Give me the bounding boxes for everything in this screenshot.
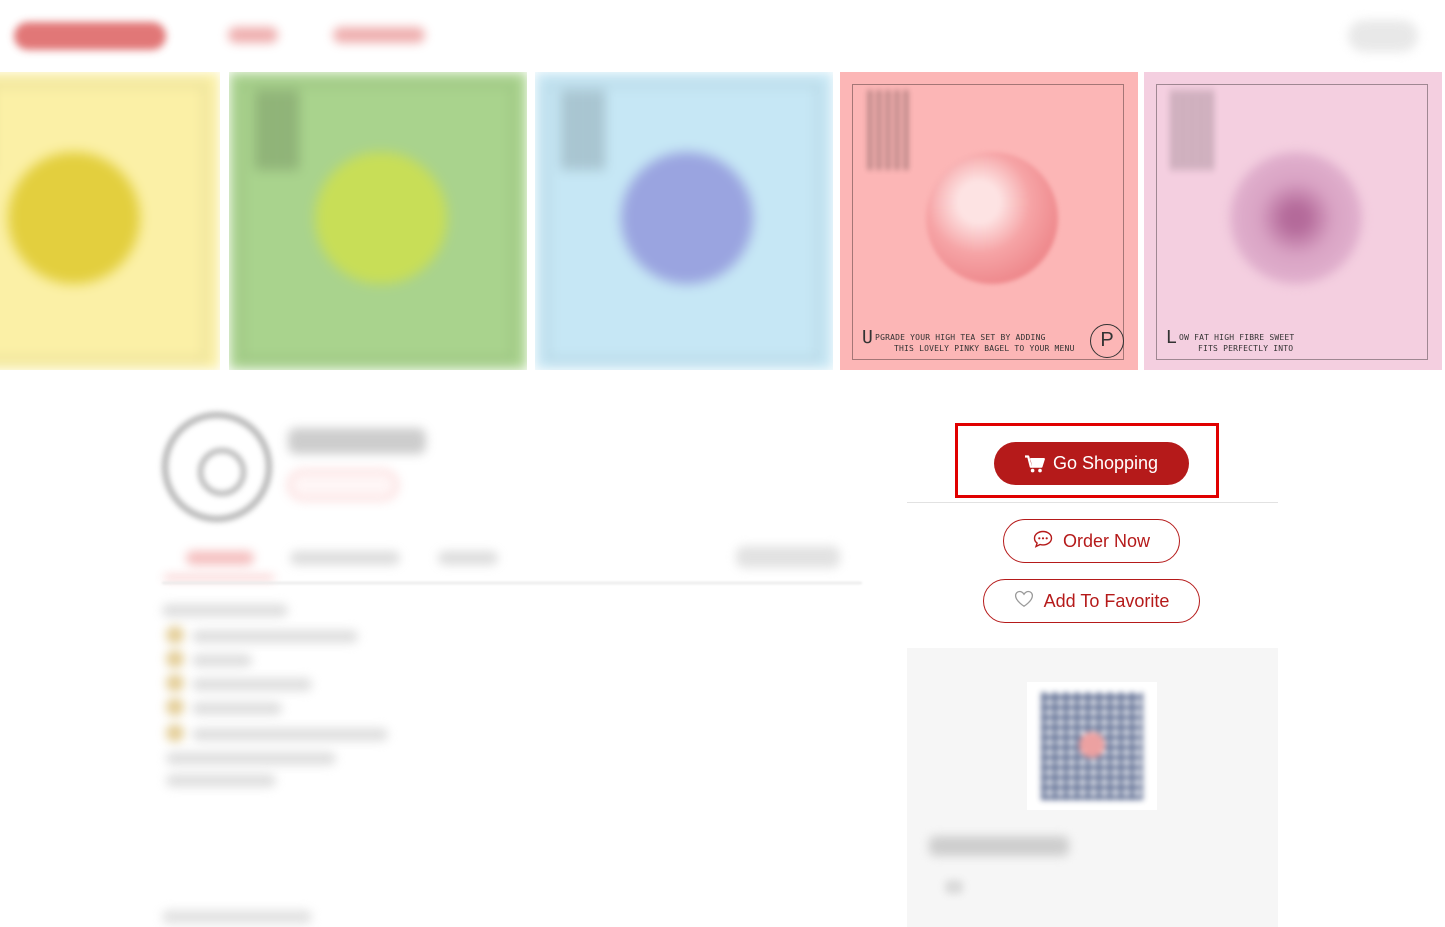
user-menu[interactable] — [1348, 20, 1418, 52]
go-shopping-button[interactable]: Go Shopping — [994, 442, 1189, 485]
nav-link-1[interactable] — [228, 27, 278, 43]
qr-panel — [907, 648, 1278, 927]
banner-tile-blue — [535, 72, 833, 370]
banner-tile-pink: U PGRADE YOUR HIGH TEA SET BY ADDING THIS… — [840, 72, 1138, 370]
heart-icon — [1014, 590, 1034, 613]
actions-divider — [907, 502, 1278, 503]
list-bullet — [166, 674, 184, 692]
banner-tile-mauve: L OW FAT HIGH FIBRE SWEET FITS PERFECTLY … — [1144, 72, 1442, 370]
chat-icon — [1033, 530, 1053, 553]
list-bullet — [166, 650, 184, 668]
list-bullet — [166, 698, 184, 716]
top-nav — [0, 0, 1445, 70]
order-now-label: Order Now — [1062, 530, 1151, 551]
add-to-favorite-label: Add To Favorite — [1043, 590, 1170, 611]
section-heading — [162, 910, 312, 924]
tab-3[interactable] — [438, 551, 498, 565]
description-line — [166, 752, 336, 765]
tab-underline — [164, 576, 274, 579]
go-shopping-label: Go Shopping — [1052, 453, 1159, 473]
description-line — [162, 604, 288, 617]
tabs-divider — [162, 582, 862, 584]
tab-share[interactable] — [736, 546, 840, 568]
qr-caption — [929, 836, 1069, 856]
description-line — [192, 630, 358, 643]
banner-tile-green — [229, 72, 527, 370]
banner-caption-mauve: L OW FAT HIGH FIBRE SWEET FITS PERFECTLY … — [1166, 327, 1295, 354]
banner-caption-pink: U PGRADE YOUR HIGH TEA SET BY ADDING THIS… — [862, 327, 1075, 354]
site-logo[interactable] — [14, 22, 166, 50]
store-avatar[interactable] — [162, 412, 272, 522]
description-line — [192, 728, 388, 741]
qr-code — [1041, 692, 1143, 800]
cart-icon — [1024, 454, 1045, 473]
brand-stamp: P — [1090, 324, 1124, 358]
order-now-button[interactable]: Order Now — [1003, 519, 1180, 563]
qr-card — [1027, 682, 1157, 810]
nav-link-2[interactable] — [333, 27, 425, 43]
description-line — [166, 774, 276, 787]
tab-2[interactable] — [290, 551, 400, 565]
description-line — [192, 702, 282, 715]
tab-active[interactable] — [186, 551, 254, 565]
qr-sub-icon — [945, 880, 963, 894]
store-badge — [288, 470, 398, 500]
add-to-favorite-button[interactable]: Add To Favorite — [983, 579, 1200, 623]
list-bullet — [166, 724, 184, 742]
store-name — [288, 428, 426, 454]
description-line — [192, 654, 252, 667]
product-banner: U PGRADE YOUR HIGH TEA SET BY ADDING THIS… — [0, 68, 1445, 374]
banner-tile-yellow — [0, 72, 220, 370]
list-bullet — [166, 626, 184, 644]
description-line — [192, 678, 312, 691]
